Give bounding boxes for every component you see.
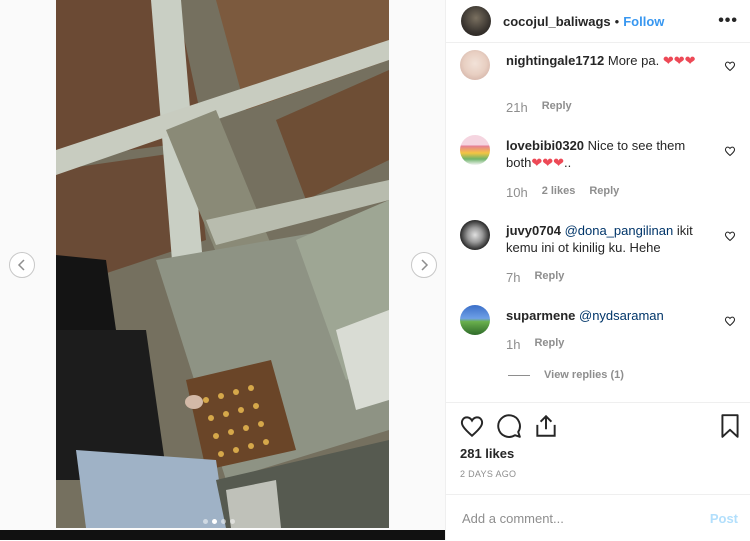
carousel-next-button[interactable] xyxy=(411,252,437,278)
commenter-avatar[interactable] xyxy=(460,50,490,80)
comment-body: juvy0704 @dona_pangilinan ikit kemu ini … xyxy=(506,222,711,256)
bookmark-icon[interactable] xyxy=(717,413,743,439)
comment-likes[interactable]: 2 likes xyxy=(542,185,576,200)
reply-button[interactable]: Reply xyxy=(542,100,572,115)
view-replies-button[interactable]: View replies (1) xyxy=(508,369,624,381)
comment-meta: 7h Reply xyxy=(506,270,564,285)
heart-outline-icon[interactable] xyxy=(724,60,736,72)
heart-outline-icon[interactable] xyxy=(724,230,736,242)
post-comment-button[interactable]: Post xyxy=(710,511,738,526)
like-heart-icon[interactable] xyxy=(459,413,485,439)
comment-list: nightingale1712 More pa. ❤❤❤ 21h Reply l… xyxy=(446,42,750,402)
comment-body: suparmene @nydsaraman xyxy=(506,307,711,324)
carousel-dot xyxy=(230,519,235,524)
comment-text: More pa. xyxy=(607,53,660,68)
carousel-dot xyxy=(221,519,226,524)
post-media xyxy=(0,0,445,540)
comment-time[interactable]: 21h xyxy=(506,100,528,115)
post-photo xyxy=(56,0,389,528)
media-bottom-bar xyxy=(0,530,445,540)
chevron-left-icon xyxy=(17,259,25,271)
comment-mention[interactable]: @dona_pangilinan xyxy=(565,223,674,238)
comment-meta: 21h Reply xyxy=(506,100,572,115)
share-icon[interactable] xyxy=(533,413,559,439)
commenter-avatar[interactable] xyxy=(460,220,490,250)
comment-suffix: .. xyxy=(564,155,572,170)
add-comment-bar: Post xyxy=(446,494,750,541)
heart-outline-icon[interactable] xyxy=(724,315,736,327)
commenter-username[interactable]: juvy0704 xyxy=(506,223,561,238)
commenter-avatar[interactable] xyxy=(460,305,490,335)
likes-count[interactable]: 281 likes xyxy=(460,446,514,461)
carousel-dot xyxy=(203,519,208,524)
more-options-icon[interactable]: ••• xyxy=(718,12,738,30)
carousel-prev-button[interactable] xyxy=(9,252,35,278)
carousel-indicator xyxy=(203,519,235,524)
commenter-avatar[interactable] xyxy=(460,135,490,165)
replies-divider-line xyxy=(508,374,530,376)
chevron-right-icon xyxy=(421,259,429,271)
comment-body: nightingale1712 More pa. ❤❤❤ xyxy=(506,52,711,69)
heart-emoji: ❤ xyxy=(542,155,554,170)
comment-input[interactable] xyxy=(460,509,684,527)
comment-time[interactable]: 7h xyxy=(506,270,520,285)
heart-outline-icon[interactable] xyxy=(724,145,736,157)
commenter-username[interactable]: lovebibi0320 xyxy=(506,138,584,153)
header-separator: • xyxy=(614,13,620,29)
heart-emoji: ❤ xyxy=(684,53,696,68)
view-replies-label: View replies (1) xyxy=(544,369,624,381)
comment-body: lovebibi0320 Nice to see them both❤❤❤.. xyxy=(506,137,711,171)
post-date[interactable]: 2 DAYS AGO xyxy=(460,469,516,479)
author-username[interactable]: cocojul_baliwags xyxy=(503,14,611,29)
comment-time[interactable]: 10h xyxy=(506,185,528,200)
photo-image xyxy=(56,0,389,528)
heart-emoji: ❤ xyxy=(673,53,685,68)
comment-meta: 10h 2 likes Reply xyxy=(506,185,619,200)
commenter-username[interactable]: nightingale1712 xyxy=(506,53,604,68)
commenter-username[interactable]: suparmene xyxy=(506,308,575,323)
heart-emoji: ❤ xyxy=(531,155,543,170)
post-header: cocojul_baliwags • Follow ••• xyxy=(446,0,750,43)
heart-emoji: ❤ xyxy=(662,53,674,68)
carousel-dot-active xyxy=(212,519,217,524)
author-avatar[interactable] xyxy=(461,6,491,36)
comment-time[interactable]: 1h xyxy=(506,337,520,352)
reply-button[interactable]: Reply xyxy=(534,337,564,352)
comment-bubble-icon[interactable] xyxy=(496,413,522,439)
heart-emoji: ❤ xyxy=(553,155,565,170)
comment-mention[interactable]: @nydsaraman xyxy=(579,308,664,323)
comment-meta: 1h Reply xyxy=(506,337,564,352)
post-actions: 281 likes 2 DAYS AGO xyxy=(446,402,750,495)
follow-button[interactable]: Follow xyxy=(623,14,664,29)
reply-button[interactable]: Reply xyxy=(589,185,619,200)
reply-button[interactable]: Reply xyxy=(534,270,564,285)
post-side-panel: cocojul_baliwags • Follow ••• nightingal… xyxy=(445,0,750,540)
